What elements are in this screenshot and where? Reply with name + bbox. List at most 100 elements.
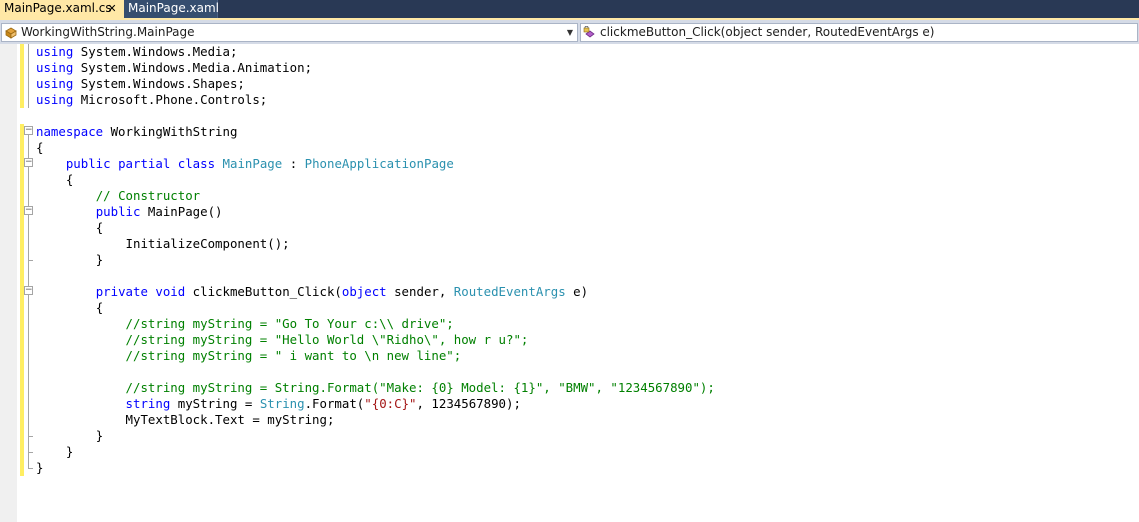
code-token: //string myString = String.Format("Make:…: [125, 380, 715, 395]
outline-line: [28, 44, 29, 108]
code-line[interactable]: {: [36, 300, 103, 316]
code-line[interactable]: }: [36, 252, 103, 268]
code-line[interactable]: public partial class MainPage : PhoneApp…: [36, 156, 454, 172]
code-token: {: [65, 172, 74, 187]
code-token: , 1234567890);: [416, 396, 521, 411]
code-editor[interactable]: − − − − using System.Windows.Media; using…: [0, 44, 1139, 522]
code-token: }: [36, 460, 44, 475]
outline-end: [28, 436, 33, 437]
code-token: {: [95, 220, 104, 235]
code-token: }: [65, 444, 74, 459]
code-line[interactable]: string myString = String.Format("{0:C}",…: [36, 396, 521, 412]
collapse-constructor-icon[interactable]: −: [24, 206, 33, 215]
code-token: System.Windows.Shapes;: [73, 76, 245, 91]
code-line[interactable]: using Microsoft.Phone.Controls;: [36, 92, 267, 108]
code-token: .Format(: [304, 396, 365, 411]
code-token: using: [36, 60, 74, 75]
collapse-class-icon[interactable]: −: [24, 158, 33, 167]
code-line[interactable]: public MainPage(): [36, 204, 223, 220]
chevron-down-icon[interactable]: ▼: [565, 24, 575, 41]
code-line[interactable]: //string myString = String.Format("Make:…: [36, 380, 715, 396]
code-line[interactable]: using System.Windows.Media.Animation;: [36, 60, 312, 76]
code-token: InitializeComponent();: [125, 236, 290, 251]
code-token: //string myString = " i want to \n new l…: [125, 348, 462, 363]
code-line[interactable]: {: [36, 220, 103, 236]
code-line[interactable]: namespace WorkingWithString: [36, 124, 237, 140]
code-line[interactable]: using System.Windows.Media;: [36, 44, 237, 60]
code-token: using: [36, 44, 74, 59]
code-token: //string myString = "Hello World \"Ridho…: [125, 332, 529, 347]
code-line[interactable]: //string myString = "Hello World \"Ridho…: [36, 332, 529, 348]
code-line[interactable]: }: [36, 428, 103, 444]
code-token: namespace: [36, 124, 104, 139]
code-token: PhoneApplicationPage: [304, 156, 454, 171]
class-icon: [5, 27, 17, 39]
code-token: {: [36, 140, 44, 155]
code-line[interactable]: }: [36, 460, 43, 476]
member-dropdown[interactable]: clickmeButton_Click(object sender, Route…: [580, 23, 1138, 42]
tab-mainpage-xaml[interactable]: MainPage.xaml: [124, 0, 219, 18]
close-icon[interactable]: ✕: [106, 3, 118, 15]
code-token: clickmeButton_Click(: [185, 284, 342, 299]
code-token: WorkingWithString: [103, 124, 238, 139]
type-dropdown[interactable]: WorkingWithString.MainPage ▼: [1, 23, 578, 42]
outline-end: [28, 260, 33, 261]
code-token: System.Windows.Media;: [73, 44, 238, 59]
tab-mainpage-xaml-cs[interactable]: MainPage.xaml.cs ✕: [0, 0, 124, 18]
navigation-bar: WorkingWithString.MainPage ▼ clickmeButt…: [0, 18, 1139, 44]
code-token: myString =: [170, 396, 260, 411]
code-token: class: [177, 156, 216, 171]
code-token: MyTextBlock.Text = myString;: [125, 412, 335, 427]
change-indicator: [20, 124, 24, 476]
code-line[interactable]: //string myString = " i want to \n new l…: [36, 348, 462, 364]
code-token: RoutedEventArgs: [453, 284, 566, 299]
code-token: e): [565, 284, 589, 299]
code-line[interactable]: {: [36, 172, 73, 188]
code-token: :: [282, 156, 305, 171]
code-line[interactable]: private void clickmeButton_Click(object …: [36, 284, 588, 300]
code-token: MainPage(): [140, 204, 223, 219]
code-token: sender,: [386, 284, 454, 299]
code-token: MainPage: [222, 156, 283, 171]
code-token: public: [95, 204, 141, 219]
code-line[interactable]: {: [36, 140, 43, 156]
code-token: // Constructor: [95, 188, 201, 203]
code-line[interactable]: //string myString = "Go To Your c:\\ dri…: [36, 316, 454, 332]
method-lock-icon: [583, 26, 595, 38]
code-token: String: [259, 396, 305, 411]
code-line[interactable]: // Constructor: [36, 188, 200, 204]
collapse-method-icon[interactable]: −: [24, 286, 33, 295]
indicator-margin: [0, 44, 17, 522]
collapse-namespace-icon[interactable]: −: [24, 126, 33, 135]
code-token: public: [65, 156, 111, 171]
code-line[interactable]: MyTextBlock.Text = myString;: [36, 412, 335, 428]
outline-end: [28, 452, 33, 453]
tab-label: MainPage.xaml.cs: [4, 1, 112, 15]
tab-label: MainPage.xaml: [128, 1, 219, 15]
code-line[interactable]: using System.Windows.Shapes;: [36, 76, 245, 92]
code-line[interactable]: InitializeComponent();: [36, 236, 290, 252]
code-token: }: [95, 428, 104, 443]
code-line[interactable]: }: [36, 444, 73, 460]
code-token: using: [36, 92, 74, 107]
code-token: void: [155, 284, 186, 299]
change-indicator: [20, 44, 24, 108]
code-token: {: [95, 300, 104, 315]
